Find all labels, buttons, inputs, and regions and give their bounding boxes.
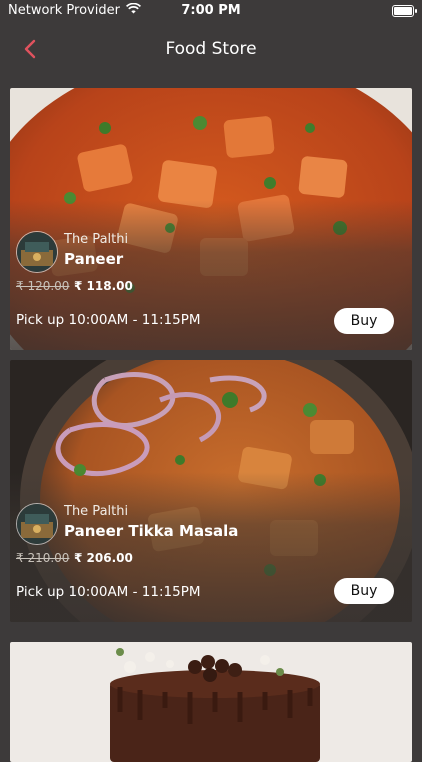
food-card[interactable] <box>10 642 412 762</box>
buy-button[interactable]: Buy <box>334 578 394 604</box>
buy-button[interactable]: Buy <box>334 308 394 334</box>
store-avatar <box>16 503 58 545</box>
navigation-bar: Food Store <box>0 22 422 76</box>
discounted-price: ₹ 118.00 <box>74 279 133 293</box>
store-avatar <box>16 231 58 273</box>
discounted-price: ₹ 206.00 <box>74 551 133 565</box>
store-name: The Palthi <box>64 232 129 247</box>
status-bar: Network Provider 7:00 PM <box>0 0 422 22</box>
food-photo <box>10 642 412 762</box>
food-card[interactable]: The Palthi Paneer Tikka Masala ₹ 210.00 … <box>10 360 412 622</box>
battery-icon <box>392 5 417 17</box>
store-name: The Palthi <box>64 504 129 519</box>
item-name: Paneer Tikka Masala <box>64 522 239 540</box>
clock: 7:00 PM <box>181 3 241 18</box>
item-name: Paneer <box>64 250 124 268</box>
original-price: ₹ 210.00 <box>16 551 70 565</box>
original-price: ₹ 120.00 <box>16 279 70 293</box>
pickup-time: Pick up 10:00AM - 11:15PM <box>16 312 201 328</box>
page-title: Food Store <box>165 39 257 59</box>
pickup-time: Pick up 10:00AM - 11:15PM <box>16 584 201 600</box>
food-card[interactable]: The Palthi Paneer ₹ 120.00 ₹ 118.00 Pick… <box>10 88 412 350</box>
